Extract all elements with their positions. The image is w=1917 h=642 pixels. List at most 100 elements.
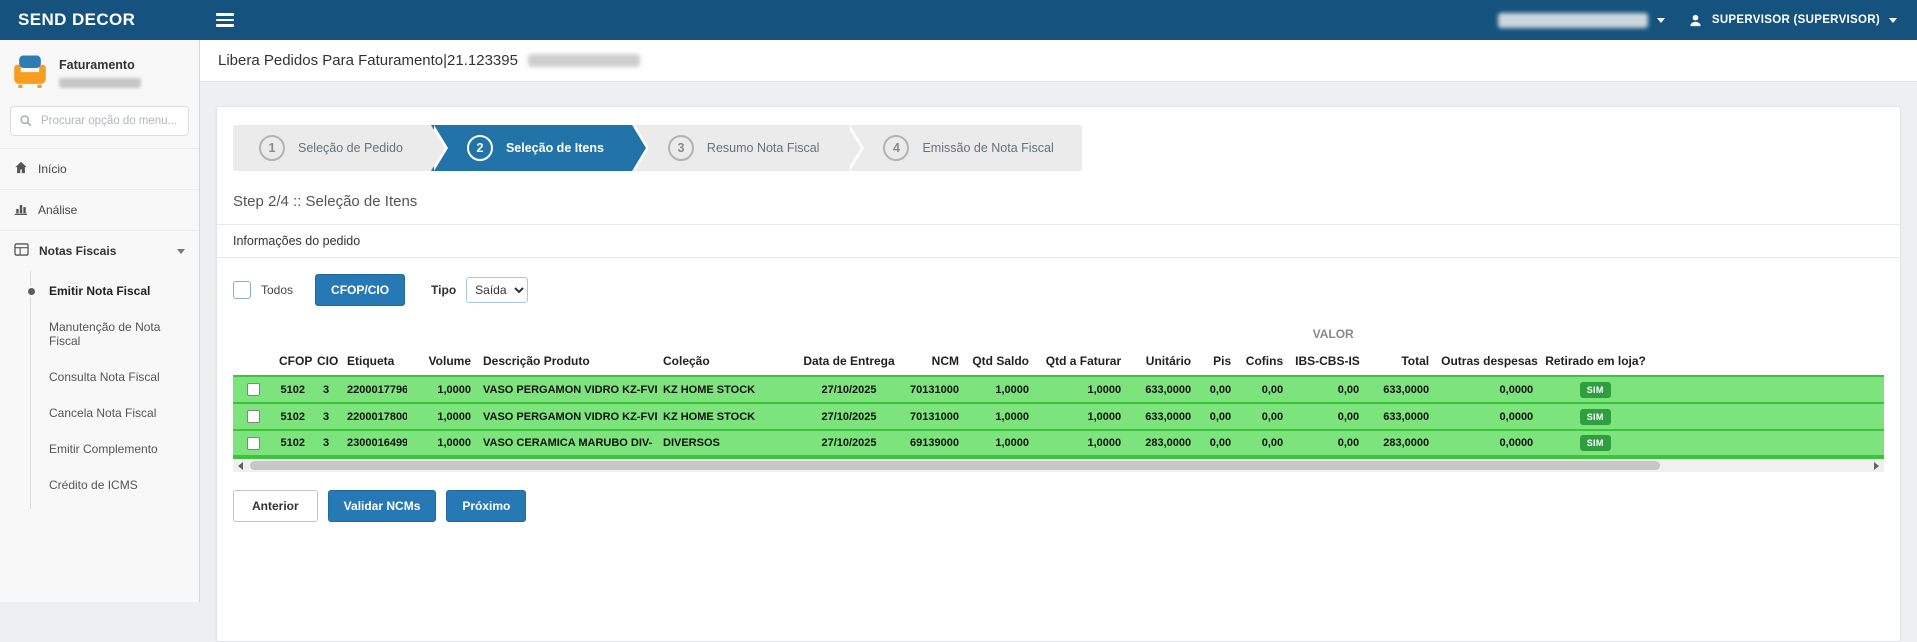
sidebar-item-notas-fiscais[interactable]: Notas Fiscais — [0, 230, 199, 271]
table-cell: 633,0000 — [1365, 403, 1435, 430]
table-cell: 5102 — [273, 376, 311, 403]
table-cell: 27/10/2025 — [797, 403, 901, 430]
valor-group-header: VALOR — [1127, 322, 1539, 346]
table-cell: 27/10/2025 — [797, 430, 901, 457]
table-cell: 0,00 — [1237, 403, 1289, 430]
section-title: Informações do pedido — [217, 224, 1900, 258]
table-row: 5102323000164991,0000VASO CERAMICA MARUB… — [233, 430, 1884, 457]
table-cell: SIM — [1539, 376, 1651, 403]
sidebar-subitem[interactable]: Crédito de ICMS — [31, 467, 199, 503]
scrollbar-thumb[interactable] — [250, 461, 1660, 470]
chevron-down-icon[interactable] — [1657, 18, 1665, 23]
table-cell: SIM — [1539, 403, 1651, 430]
checkbox-cell — [233, 403, 273, 430]
sidebar-item-analise[interactable]: Análise — [0, 189, 199, 230]
tipo-label: Tipo — [431, 283, 456, 297]
table-cell: 2200017796 — [341, 376, 407, 403]
table-column-header: Volume — [407, 346, 477, 376]
filler-cell — [1651, 403, 1884, 430]
brand-logo: SEND DECOR — [0, 10, 200, 30]
table-cell: 633,0000 — [1127, 403, 1197, 430]
wizard-step-label: Seleção de Pedido — [298, 141, 403, 155]
table-cell: 1,0000 — [965, 430, 1035, 457]
redacted-subtitle — [59, 78, 141, 88]
table-cell: 0,00 — [1237, 430, 1289, 457]
user-menu[interactable]: SUPERVISOR (SUPERVISOR) — [1712, 14, 1880, 26]
wizard-step[interactable]: 2 Seleção de Itens — [431, 125, 632, 171]
sidebar-item-label: Notas Fiscais — [39, 244, 167, 258]
table-cell: 633,0000 — [1127, 376, 1197, 403]
table-row: 5102322000178001,0000VASO PERGAMON VIDRO… — [233, 403, 1884, 430]
table-cell: 5102 — [273, 403, 311, 430]
scroll-left-button[interactable] — [233, 459, 248, 472]
scrollbar-track[interactable] — [248, 459, 1869, 472]
wizard-step-label: Resumo Nota Fiscal — [707, 141, 820, 155]
table-cell: 0,00 — [1197, 430, 1237, 457]
table-cell: 0,0000 — [1435, 376, 1539, 403]
table-cell: VASO CERAMICA MARUBO DIV- — [477, 430, 657, 457]
table-cell: 3 — [311, 430, 341, 457]
row-checkbox[interactable] — [247, 383, 260, 396]
horizontal-scrollbar[interactable] — [233, 459, 1884, 472]
table-column-header: Total — [1365, 346, 1435, 376]
wizard-step[interactable]: 4 Emissão de Nota Fiscal — [847, 125, 1081, 171]
wizard-step-number: 2 — [467, 135, 493, 161]
table-column-header: Cofins — [1237, 346, 1289, 376]
step-heading: Step 2/4 :: Seleção de Itens — [233, 193, 1884, 210]
redacted-client-name — [528, 54, 640, 67]
table-column-header: Retirado em loja? — [1539, 346, 1651, 376]
anterior-button[interactable]: Anterior — [233, 490, 318, 522]
table-cell: 2300016499 — [341, 430, 407, 457]
table-cell: 3 — [311, 403, 341, 430]
table-cell: 70131000 — [901, 403, 965, 430]
table-column-header: Pis — [1197, 346, 1237, 376]
table-cell: 0,0000 — [1435, 430, 1539, 457]
table-column-header: Unitário — [1127, 346, 1197, 376]
sidebar-item-inicio[interactable]: Início — [0, 148, 199, 189]
subitem-label: Manutenção de Nota Fiscal — [49, 320, 160, 348]
row-checkbox[interactable] — [247, 437, 260, 450]
row-checkbox[interactable] — [247, 410, 260, 423]
table-column-header: Qtd Saldo — [965, 346, 1035, 376]
sidebar-subitem[interactable]: Emitir Nota Fiscal — [31, 273, 199, 309]
wizard-step-label: Seleção de Itens — [506, 141, 604, 155]
wizard-step[interactable]: 1 Seleção de Pedido — [233, 125, 431, 171]
todos-label: Todos — [261, 283, 293, 297]
table-cell: 1,0000 — [407, 376, 477, 403]
tipo-select[interactable]: Saída — [466, 277, 528, 303]
table-cell: 0,00 — [1197, 403, 1237, 430]
sidebar: Faturamento Início Análise — [0, 40, 200, 602]
notas-fiscais-submenu: Emitir Nota Fiscal Manutenção de Nota Fi… — [30, 271, 199, 509]
table-cell: VASO PERGAMON VIDRO KZ-FVP149 — [477, 403, 657, 430]
hamburger-menu-icon[interactable] — [216, 13, 234, 27]
sidebar-subitem[interactable]: Consulta Nota Fiscal — [31, 359, 199, 395]
filler-cell — [1651, 322, 1884, 346]
wizard-step-number: 4 — [883, 135, 909, 161]
table-cell: 1,0000 — [1035, 376, 1127, 403]
table-row: 5102322000177961,0000VASO PERGAMON VIDRO… — [233, 376, 1884, 403]
retirado-badge: SIM — [1580, 435, 1611, 451]
wizard-step[interactable]: 3 Resumo Nota Fiscal — [632, 125, 848, 171]
group-header-spacer — [233, 322, 1127, 346]
items-table: VALOR CFOPCIOEtiquetaVolumeDescrição Pro… — [233, 322, 1884, 459]
redacted-company-name[interactable] — [1498, 13, 1648, 28]
sidebar-subitem[interactable]: Emitir Complemento — [31, 431, 199, 467]
group-header-spacer — [1539, 322, 1651, 346]
table-cell: 70131000 — [901, 376, 965, 403]
invoice-icon — [14, 243, 29, 259]
table-cell: 1,0000 — [1035, 430, 1127, 457]
menu-search-input[interactable] — [10, 106, 189, 136]
validar-ncms-button[interactable]: Validar NCMs — [328, 490, 437, 522]
todos-checkbox[interactable] — [233, 281, 251, 299]
table-cell: 1,0000 — [965, 403, 1035, 430]
sidebar-subitem[interactable]: Manutenção de Nota Fiscal — [31, 309, 199, 359]
table-cell: 0,00 — [1237, 376, 1289, 403]
cfop-cio-button[interactable]: CFOP/CIO — [315, 274, 405, 306]
topbar: SEND DECOR SUPERVISOR (SUPERVISOR) — [0, 0, 1917, 40]
chevron-down-icon[interactable] — [1889, 18, 1897, 23]
scroll-right-button[interactable] — [1869, 459, 1884, 472]
sidebar-subitem[interactable]: Cancela Nota Fiscal — [31, 395, 199, 431]
proximo-button[interactable]: Próximo — [446, 490, 526, 522]
module-title: Faturamento — [59, 58, 141, 72]
content-card: 1 Seleção de Pedido 2 Seleção de Itens 3… — [216, 106, 1901, 642]
